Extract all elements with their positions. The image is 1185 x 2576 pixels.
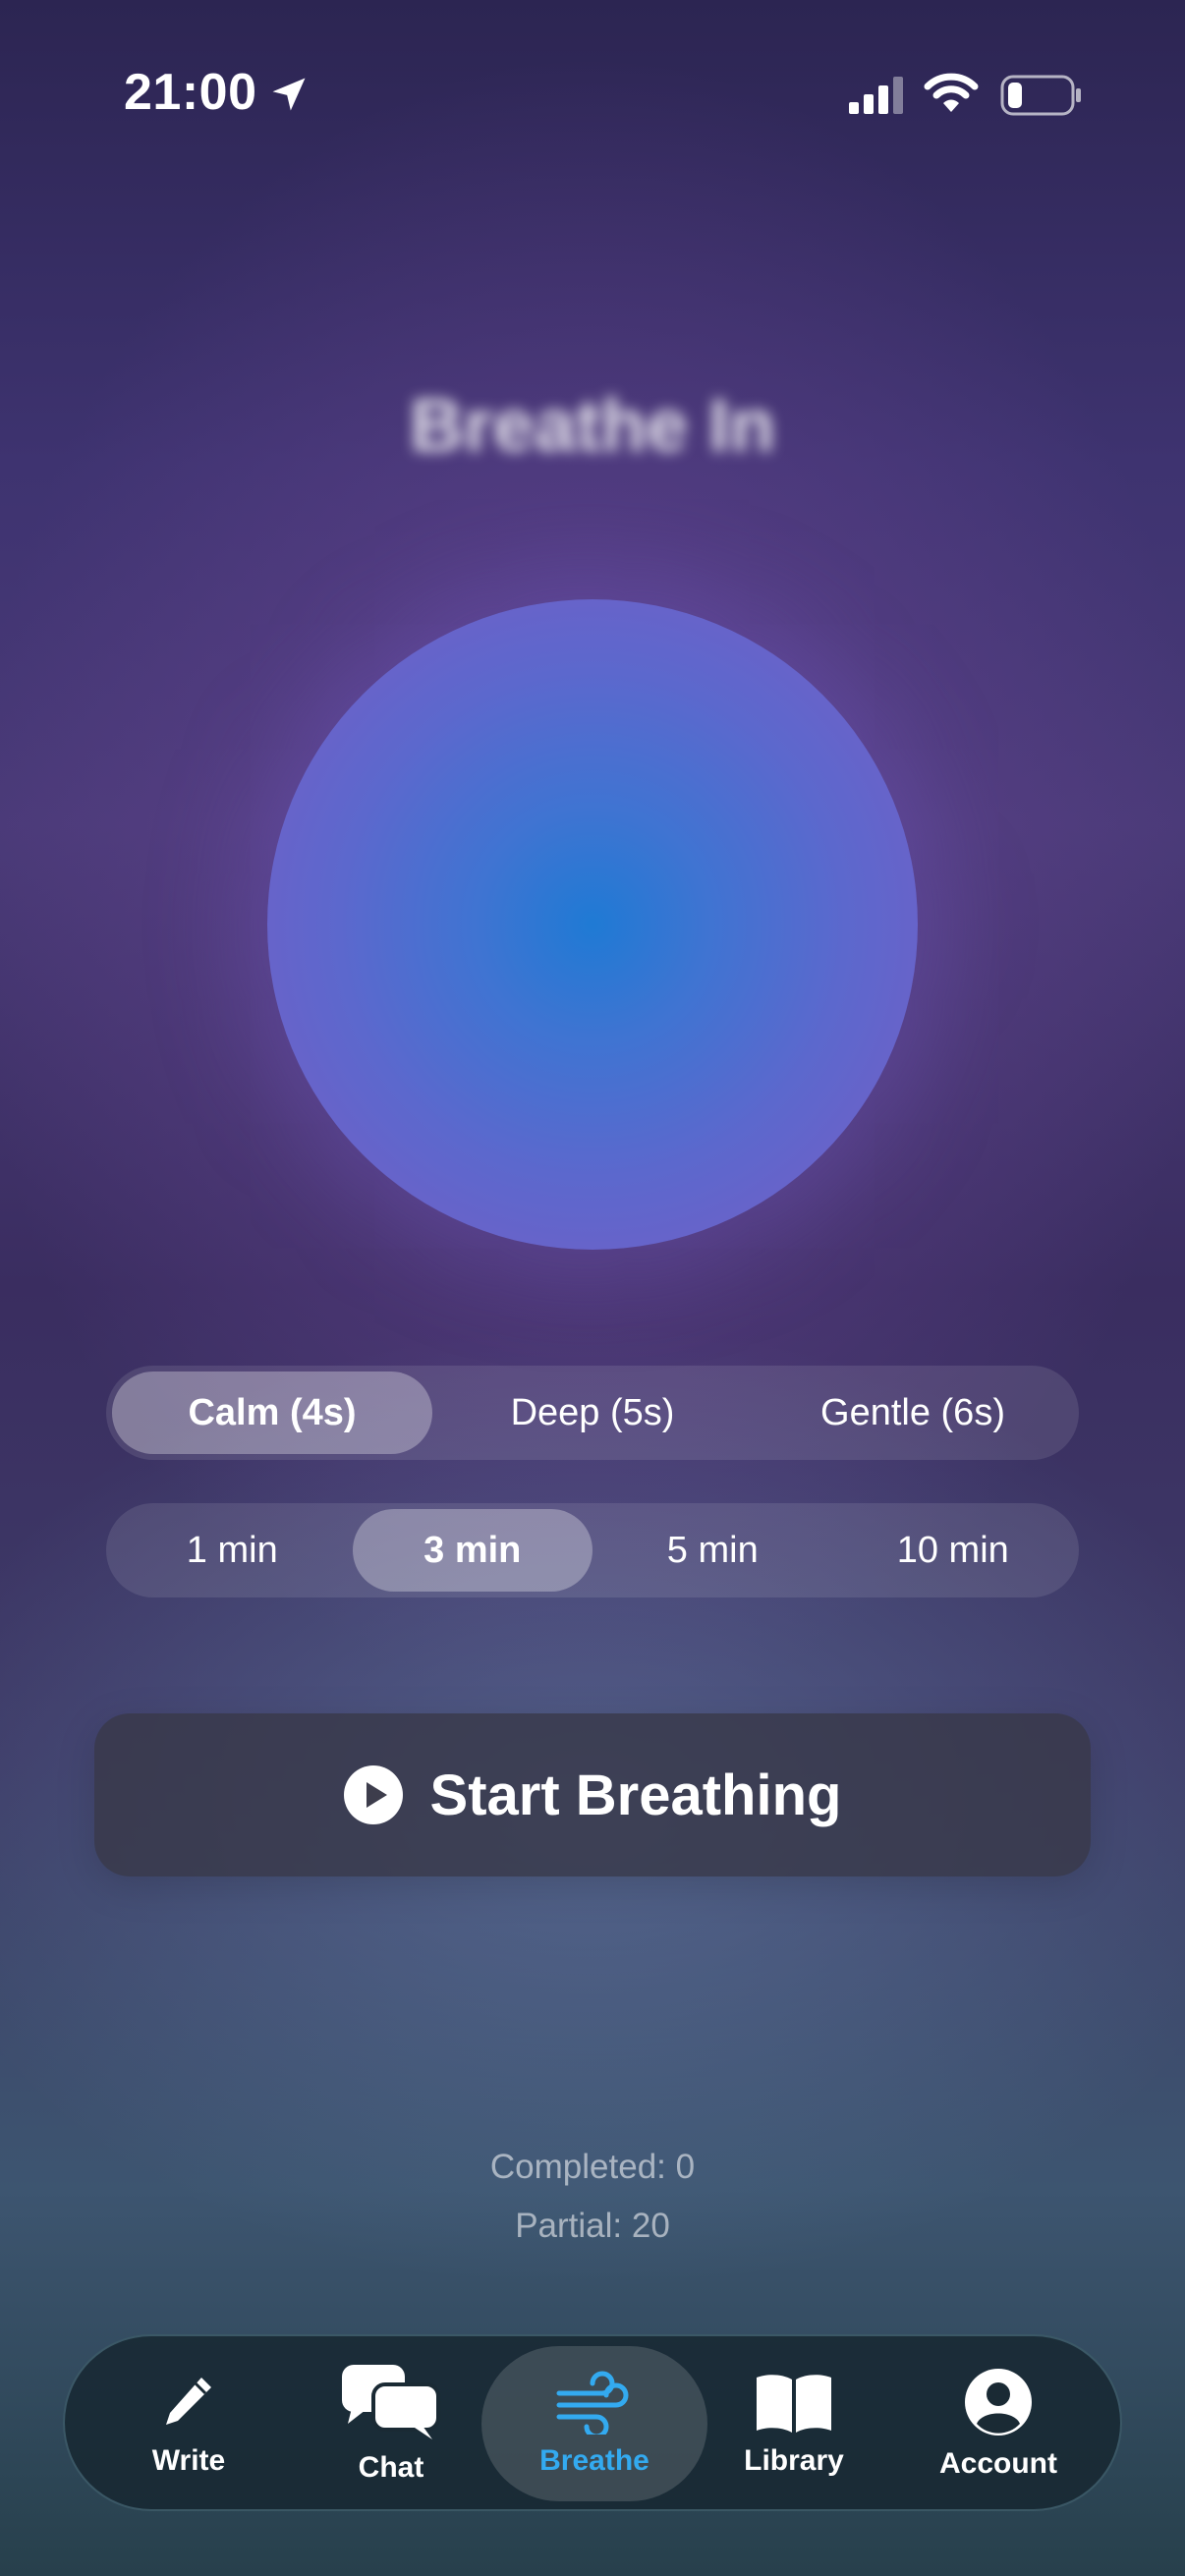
tab-breathe-label: Breathe [539, 2444, 649, 2477]
tab-write[interactable]: Write [90, 2346, 287, 2501]
tab-breathe[interactable]: Breathe [481, 2346, 707, 2501]
pattern-selector: Calm (4s) Deep (5s) Gentle (6s) [106, 1366, 1079, 1460]
tab-account[interactable]: Account [900, 2346, 1097, 2501]
cellular-signal-icon [849, 77, 903, 114]
person-circle-icon [965, 2369, 1032, 2436]
pencil-icon [166, 2378, 211, 2425]
start-breathing-label: Start Breathing [429, 1763, 842, 1827]
tab-chat[interactable]: Chat [293, 2346, 489, 2501]
chat-bubbles-icon [342, 2365, 440, 2439]
tab-account-label: Account [939, 2447, 1057, 2480]
start-breathing-button[interactable]: Start Breathing [94, 1713, 1091, 1876]
wifi-icon [924, 73, 979, 112]
pattern-option-gentle[interactable]: Gentle (6s) [753, 1372, 1073, 1454]
location-arrow-icon [272, 78, 306, 111]
status-time: 21:00 [124, 64, 257, 121]
partial-count: Partial: 20 [515, 2207, 670, 2245]
duration-option-10-min[interactable]: 10 min [833, 1509, 1074, 1592]
breathing-phase-title: Breathe In [410, 384, 775, 468]
tab-write-label: Write [151, 2444, 226, 2477]
status-bar: 21:00 [0, 0, 1185, 196]
duration-selector: 1 min 3 min 5 min 10 min [106, 1503, 1079, 1597]
duration-option-3-min[interactable]: 3 min [352, 1509, 592, 1592]
tab-library-label: Library [744, 2444, 844, 2477]
play-circle-icon [343, 1765, 403, 1824]
completed-count: Completed: 0 [489, 2148, 696, 2186]
tab-library[interactable]: Library [696, 2346, 892, 2501]
pattern-option-deep[interactable]: Deep (5s) [432, 1372, 753, 1454]
duration-option-5-min[interactable]: 5 min [592, 1509, 833, 1592]
duration-option-1-min[interactable]: 1 min [112, 1509, 353, 1592]
wind-icon [556, 2371, 629, 2435]
pattern-option-calm[interactable]: Calm (4s) [112, 1372, 432, 1454]
breathing-orb [267, 599, 918, 1250]
battery-icon [1000, 75, 1081, 116]
book-icon [757, 2375, 831, 2433]
tab-bar: Write Chat Breathe Library Account [63, 2334, 1122, 2511]
tab-chat-label: Chat [358, 2451, 424, 2484]
